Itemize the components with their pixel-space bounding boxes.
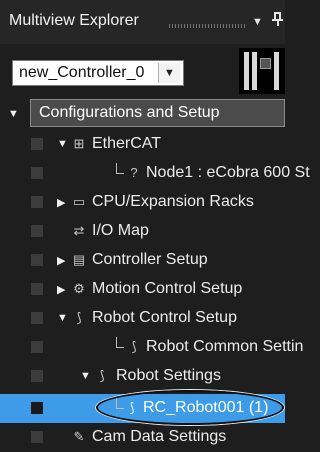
tree-item-robot-settings[interactable]: ▼ ⟆ Robot Settings: [0, 362, 285, 391]
expand-toggle-icon[interactable]: ▼: [8, 108, 19, 120]
robot-common-icon: ⟆: [131, 339, 137, 354]
pin-icon[interactable]: [272, 12, 285, 26]
io-map-icon: ⇄: [73, 223, 85, 238]
expand-toggle-icon[interactable]: ▶: [57, 283, 65, 296]
cam-data-icon: ✎: [73, 429, 85, 444]
tree-item-node1[interactable]: ? Node1 : eCobra 600 St: [0, 159, 310, 188]
tree-bullet: [31, 370, 43, 382]
tree-item-label: Robot Control Setup: [92, 309, 237, 326]
tree-item-label: Controller Setup: [92, 251, 208, 268]
tree-item-robot-control[interactable]: ▼ ⟆ Robot Control Setup: [0, 304, 285, 333]
motion-control-icon: ⚙: [73, 281, 85, 296]
highlight-ellipse: [96, 390, 284, 425]
tree-item-label: Cam Data Settings: [92, 428, 227, 445]
tree-item-ethercat[interactable]: ▼ ⊞ EtherCAT: [0, 130, 285, 159]
tree-item-label: I/O Map: [92, 222, 149, 239]
tree-bullet: [31, 402, 43, 414]
tree-item-controller-setup[interactable]: ▶ ▤ Controller Setup: [0, 246, 285, 275]
dropdown-arrow-icon[interactable]: ▼: [158, 63, 180, 83]
explorer-tree: ▼ Configurations and Setup ▼ ⊞ EtherCAT …: [0, 96, 310, 448]
expand-toggle-icon[interactable]: ▼: [80, 370, 91, 382]
tree-bullet: [31, 341, 43, 353]
tree-bullet: [31, 225, 43, 237]
panel-titlebar: Multiview Explorer ▼: [0, 0, 285, 44]
tree-bullet: [31, 312, 43, 324]
node-icon: ?: [130, 165, 138, 180]
expand-toggle-icon[interactable]: ▼: [57, 312, 68, 324]
controller-select[interactable]: new_Controller_0 ▼: [12, 60, 184, 86]
tree-bullet: [31, 283, 43, 295]
tree-bullet: [31, 167, 43, 179]
controller-setup-icon: ▤: [72, 252, 86, 267]
expand-toggle-icon[interactable]: ▶: [57, 254, 65, 267]
tree-root-label: Configurations and Setup: [39, 104, 220, 121]
tree-bullet: [31, 254, 43, 266]
tree-item-io-map[interactable]: ⇄ I/O Map: [0, 217, 285, 246]
tree-item-label: Robot Settings: [116, 367, 221, 384]
panel-title: Multiview Explorer: [9, 12, 139, 29]
tree-item-label: Robot Common Settin: [146, 338, 304, 355]
controller-select-value: new_Controller_0: [19, 64, 145, 81]
ethercat-icon: ⊞: [73, 136, 85, 151]
expand-toggle-icon[interactable]: ▶: [57, 196, 65, 209]
rack-icon: ▭: [72, 194, 86, 209]
tree-branch-line: [116, 163, 124, 174]
tree-item-label: EtherCAT: [92, 135, 162, 152]
tree-item-motion-control[interactable]: ▶ ⚙ Motion Control Setup: [0, 275, 285, 304]
tree-item-label: CPU/Expansion Racks: [92, 193, 254, 210]
robot-settings-icon: ⟆: [99, 368, 105, 383]
tree-item-label: Motion Control Setup: [92, 280, 243, 297]
robot-control-icon: ⟆: [76, 310, 82, 325]
tree-bullet: [31, 431, 43, 443]
tree-item-label: Node1 : eCobra 600 St: [146, 164, 310, 181]
tree-item-rc-robot001[interactable]: ⟆ RC_Robot001 (1): [0, 390, 285, 425]
tree-item-cpu-racks[interactable]: ▶ ▭ CPU/Expansion Racks: [0, 188, 285, 217]
expand-toggle-icon[interactable]: ▼: [57, 138, 68, 150]
tree-bullet: [31, 196, 43, 208]
tree-root-configurations[interactable]: ▼ Configurations and Setup: [0, 96, 285, 130]
tree-item-robot-common[interactable]: ⟆ Robot Common Settin: [0, 333, 303, 362]
controller-device-image: [239, 48, 285, 94]
tree-bullet: [31, 138, 43, 150]
tree-branch-line: [116, 337, 124, 348]
chevron-down-icon[interactable]: ▼: [252, 16, 263, 28]
drag-grip[interactable]: [169, 24, 245, 28]
